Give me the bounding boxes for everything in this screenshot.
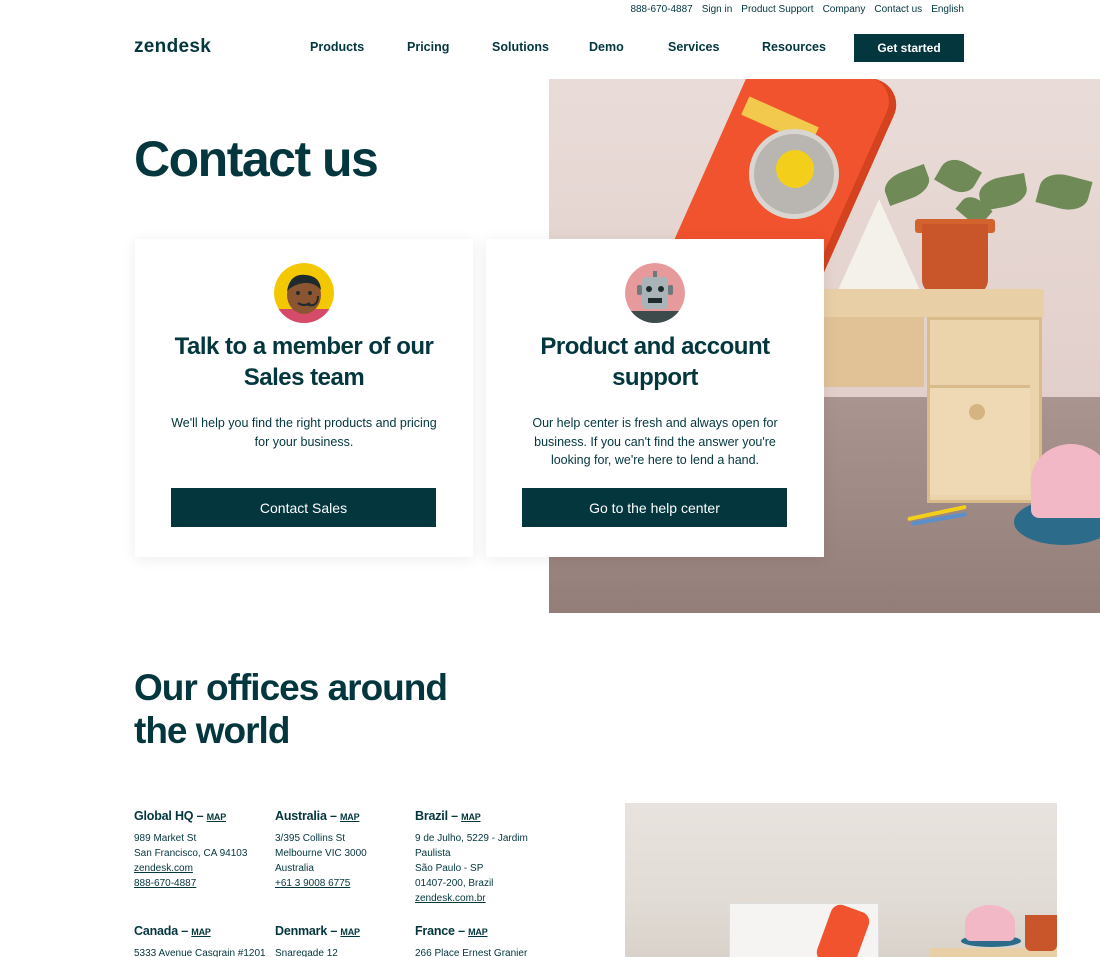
map-link[interactable]: MAP — [207, 812, 227, 822]
office-name: Canada – MAP — [134, 924, 274, 940]
sign-in-link[interactable]: Sign in — [702, 4, 733, 15]
support-card-body: Our help center is fresh and always open… — [532, 416, 778, 467]
office-name-label: Global HQ – — [134, 809, 204, 823]
contact-sales-button[interactable]: Contact Sales — [171, 488, 436, 527]
map-link[interactable]: MAP — [340, 927, 360, 937]
office-global-hq: Global HQ – MAP 989 Market St San Franci… — [134, 809, 274, 891]
plant-pot — [922, 224, 988, 294]
website-link[interactable]: zendesk.com.br — [415, 891, 555, 906]
phone-link[interactable]: 888-670-4887 — [134, 876, 274, 891]
language-selector[interactable]: English — [931, 4, 964, 15]
nav-solutions[interactable]: Solutions — [492, 40, 549, 54]
get-started-button[interactable]: Get started — [854, 34, 964, 62]
product-support-link[interactable]: Product Support — [741, 4, 813, 15]
office-name: Denmark – MAP — [275, 924, 415, 940]
office-name-label: Brazil – — [415, 809, 458, 823]
map-link[interactable]: MAP — [461, 812, 481, 822]
side-table-drawer — [930, 385, 1030, 495]
service-bell-dome — [1031, 444, 1100, 518]
office-photo — [625, 803, 1057, 957]
sales-card-body: We'll help you find the right products a… — [171, 416, 437, 449]
nav-pricing[interactable]: Pricing — [407, 40, 449, 54]
office-brazil: Brazil – MAP 9 de Julho, 5229 - Jardim P… — [415, 809, 555, 906]
address-line: 3/395 Collins St — [275, 833, 346, 844]
support-card-title: Product and account support — [540, 333, 770, 391]
office-australia: Australia – MAP 3/395 Collins St Melbour… — [275, 809, 415, 891]
sales-card-title: Talk to a member of our Sales team — [174, 333, 434, 391]
address-line: Australia — [275, 863, 314, 874]
office-name-label: Australia – — [275, 809, 337, 823]
utility-phone-link[interactable]: 888-670-4887 — [630, 4, 692, 15]
address-line: 5333 Avenue Casgrain #1201 — [134, 948, 266, 957]
nav-resources[interactable]: Resources — [762, 40, 826, 54]
address-line: 989 Market St — [134, 833, 197, 844]
offices-title: Our offices around the world — [134, 667, 448, 751]
map-link[interactable]: MAP — [340, 812, 360, 822]
sales-card: Talk to a member of our Sales team We'll… — [135, 239, 473, 557]
office-canada: Canada – MAP 5333 Avenue Casgrain #1201 — [134, 924, 274, 957]
map-link[interactable]: MAP — [468, 927, 488, 937]
address-line: 01407-200, Brazil — [415, 878, 494, 889]
office-name: Global HQ – MAP — [134, 809, 274, 825]
help-center-button[interactable]: Go to the help center — [522, 488, 787, 527]
utility-nav: 888-670-4887 Sign in Product Support Com… — [630, 4, 964, 15]
address-line: San Francisco, CA 94103 — [134, 848, 248, 859]
page-title: Contact us — [134, 131, 379, 187]
sales-agent-avatar — [274, 263, 334, 323]
drawer-knob — [969, 404, 985, 420]
map-link[interactable]: MAP — [191, 927, 211, 937]
website-link[interactable]: zendesk.com — [134, 861, 274, 876]
white-cone — [834, 199, 924, 299]
rotary-dial-center — [776, 150, 814, 188]
nav-services[interactable]: Services — [668, 40, 719, 54]
photo-bell — [965, 905, 1015, 941]
company-link[interactable]: Company — [823, 4, 866, 15]
nav-demo[interactable]: Demo — [589, 40, 624, 54]
office-name-label: Denmark – — [275, 924, 338, 938]
office-denmark: Denmark – MAP Snaregade 12 — [275, 924, 415, 957]
support-card: Product and account support Our help cen… — [486, 239, 824, 557]
nav-products[interactable]: Products — [310, 40, 364, 54]
side-table-top — [824, 289, 1044, 317]
address-line: Snaregade 12 — [275, 948, 338, 957]
side-table-leg — [824, 317, 924, 387]
photo-plant-pot — [1025, 915, 1057, 951]
address-line: 266 Place Ernest Granier — [415, 948, 528, 957]
address-line: Paulista — [415, 848, 451, 859]
zendesk-logo[interactable]: zendesk — [134, 36, 211, 58]
office-name: France – MAP — [415, 924, 555, 940]
address-line: São Paulo - SP — [415, 863, 484, 874]
office-france: France – MAP 266 Place Ernest Granier — [415, 924, 555, 957]
office-name-label: Canada – — [134, 924, 188, 938]
office-name: Brazil – MAP — [415, 809, 555, 825]
office-name-label: France – — [415, 924, 465, 938]
address-line: Melbourne VIC 3000 — [275, 848, 367, 859]
support-robot-avatar — [625, 263, 685, 323]
contact-us-link[interactable]: Contact us — [874, 4, 922, 15]
address-line: 9 de Julho, 5229 - Jardim — [415, 833, 528, 844]
office-name: Australia – MAP — [275, 809, 415, 825]
phone-link[interactable]: +61 3 9008 6775 — [275, 876, 415, 891]
